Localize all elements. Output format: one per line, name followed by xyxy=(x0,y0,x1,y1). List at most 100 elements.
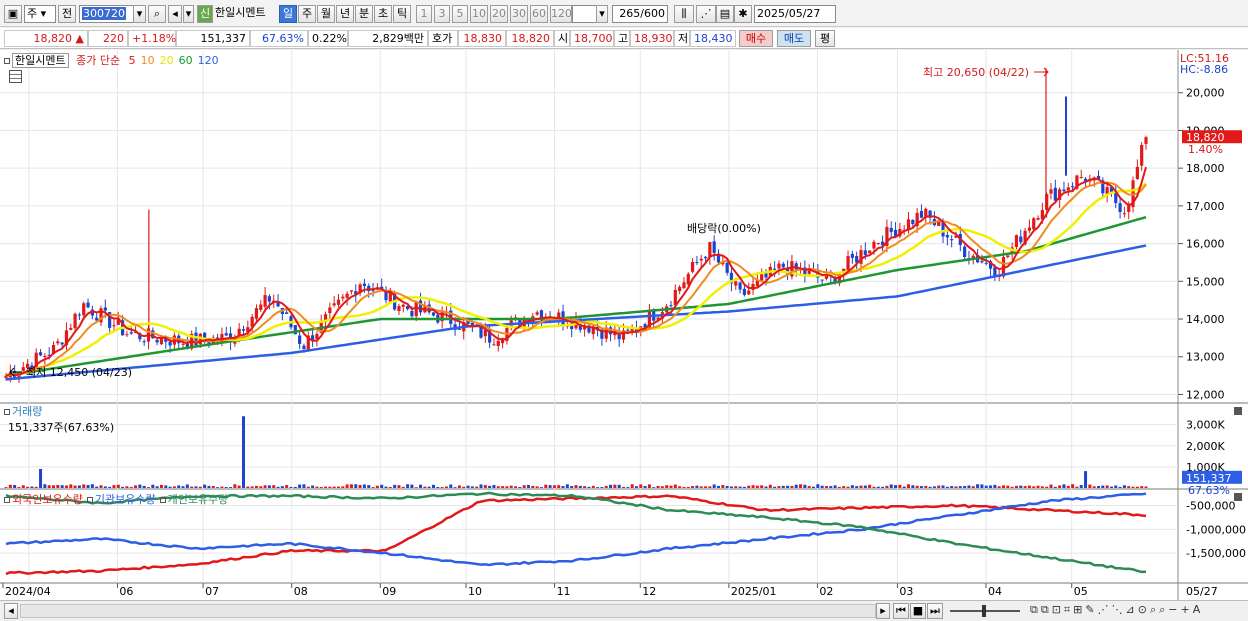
sell-button[interactable]: 매도 xyxy=(777,30,811,47)
volume-bar xyxy=(250,486,254,488)
legend-ma-title[interactable]: 종가 단순 xyxy=(76,54,120,67)
interval-tab-4[interactable]: 20 xyxy=(490,5,508,23)
quote-bar: 18,820 ▲ 220 +1.18% 151,337 67.63% 0.22%… xyxy=(0,28,1248,49)
candle-body xyxy=(773,268,777,270)
interval-dropdown-icon[interactable]: ▾ xyxy=(596,5,608,23)
candle-body xyxy=(686,273,690,285)
legend-ma-5[interactable]: 5 xyxy=(129,54,136,67)
candle-body xyxy=(708,242,712,258)
period-tab-3[interactable]: 년 xyxy=(336,5,354,23)
market-select[interactable]: 주 ▾ xyxy=(24,5,56,23)
speaker-dropdown-icon[interactable]: ▾ xyxy=(183,5,194,23)
holdings-line-foreign xyxy=(5,494,1147,576)
open-label: 시 xyxy=(554,30,570,47)
holdings-legend-0[interactable]: 외국인보유수량 xyxy=(12,493,83,506)
search-icon[interactable]: ⌕ xyxy=(148,5,166,23)
data-count-input[interactable]: 265/600 xyxy=(612,5,668,23)
holdings-legend-1[interactable]: 기관보유수량 xyxy=(95,493,156,506)
period-tab-4[interactable]: 분 xyxy=(355,5,373,23)
interval-tab-0[interactable]: 1 xyxy=(416,5,432,23)
scroll-left-icon[interactable]: ◂ xyxy=(4,603,18,619)
volume-bar xyxy=(1127,486,1131,488)
volume-bar xyxy=(17,487,21,488)
scroll-right-icon[interactable]: ▸ xyxy=(876,603,890,619)
candle-type-icon[interactable]: ⫼ xyxy=(674,5,694,23)
volume-bar xyxy=(915,485,919,488)
legend-ma-60[interactable]: 60 xyxy=(179,54,193,67)
candle-body xyxy=(1066,187,1070,191)
volume-bar xyxy=(1032,486,1036,488)
code-dropdown-icon[interactable]: ▾ xyxy=(133,5,146,23)
chart-canvas[interactable]: 20,00019,00018,00017,00016,00015,00014,0… xyxy=(0,50,1248,600)
bid-price: 18,820 xyxy=(506,30,554,47)
period-tab-2[interactable]: 월 xyxy=(317,5,335,23)
volume-bar xyxy=(267,485,271,488)
eval-button[interactable]: 평 xyxy=(815,30,835,47)
interval-tab-3[interactable]: 10 xyxy=(470,5,488,23)
volume-bar xyxy=(194,486,198,488)
prev-button[interactable]: 전 xyxy=(58,5,76,23)
interval-tab-7[interactable]: 120 xyxy=(550,5,572,23)
candle-body xyxy=(850,253,854,258)
x-axis-label: 2024/04 xyxy=(5,585,51,598)
save-icon[interactable]: ▤ xyxy=(716,5,734,23)
period-tab-6[interactable]: 틱 xyxy=(393,5,411,23)
stock-name: 한일시멘트 xyxy=(215,6,266,19)
period-tab-5[interactable]: 초 xyxy=(374,5,392,23)
volume-bar xyxy=(1062,484,1066,488)
volume-bar xyxy=(794,484,798,488)
volume-bar xyxy=(1053,486,1057,488)
candle-body xyxy=(103,307,107,311)
gear-icon[interactable]: ✱ xyxy=(734,5,752,23)
interval-tab-6[interactable]: 60 xyxy=(530,5,548,23)
speaker-icon[interactable]: ◂ xyxy=(168,5,182,23)
holdings-legend-2[interactable]: 개인보유수량 xyxy=(168,493,229,506)
candle-body xyxy=(984,262,988,264)
volume-bar xyxy=(656,485,660,488)
candle-body xyxy=(38,352,43,356)
chart-area[interactable]: 20,00019,00018,00017,00016,00015,00014,0… xyxy=(0,50,1248,600)
last-page-icon[interactable]: ⏭ xyxy=(927,603,943,619)
candle-body xyxy=(682,282,686,289)
buy-button[interactable]: 매수 xyxy=(739,30,773,47)
interval-tab-1[interactable]: 3 xyxy=(434,5,450,23)
legend-stock-name[interactable]: 한일시멘트 xyxy=(12,53,69,68)
candle-body xyxy=(535,312,539,315)
tool-icons[interactable]: ⧉⧉⊡⌗⊞✎⋰⋱⊿⊙⌕⌕−+A xyxy=(1030,603,1244,619)
candle-body xyxy=(760,274,764,281)
first-page-icon[interactable]: ⏮ xyxy=(893,603,909,619)
volume-bar xyxy=(1101,485,1105,488)
candle-body xyxy=(764,273,768,278)
interval-tab-5[interactable]: 30 xyxy=(510,5,528,23)
holdings-legend-box-icon xyxy=(4,497,10,503)
stop-icon[interactable]: ■ xyxy=(910,603,926,619)
interval-tab-2[interactable]: 5 xyxy=(452,5,468,23)
candle-body xyxy=(820,279,824,281)
candle-body xyxy=(1062,189,1066,192)
table-icon[interactable] xyxy=(9,70,22,83)
legend-ma-10[interactable]: 10 xyxy=(141,54,155,67)
high-annotation: 최고 20,650 (04/22) xyxy=(923,66,1029,79)
volume-bar xyxy=(324,486,328,488)
date-input[interactable]: 2025/05/27 xyxy=(754,5,836,23)
candle-body xyxy=(807,270,811,274)
period-tab-1[interactable]: 주 xyxy=(298,5,316,23)
volume-bar xyxy=(43,484,47,488)
candle-body xyxy=(703,256,708,259)
volume-bar xyxy=(1019,485,1023,488)
line-type-icon[interactable]: ⋰ xyxy=(696,5,716,23)
candle-body xyxy=(224,333,228,336)
volume-bar xyxy=(527,485,530,488)
volume-title[interactable]: 거래량 xyxy=(12,405,42,418)
legend-ma-120[interactable]: 120 xyxy=(198,54,219,67)
period-tab-0[interactable]: 일 xyxy=(279,5,297,23)
volume-bar xyxy=(306,486,310,488)
volume-bar xyxy=(311,485,315,488)
legend-ma-20[interactable]: 20 xyxy=(160,54,174,67)
volume-bar xyxy=(142,485,146,488)
window-menu-icon[interactable]: ▣ xyxy=(4,5,22,23)
volume-bar xyxy=(742,486,746,488)
scroll-track[interactable] xyxy=(20,604,876,618)
zoom-slider-thumb[interactable] xyxy=(982,605,986,617)
x-axis-label: 10 xyxy=(468,585,482,598)
